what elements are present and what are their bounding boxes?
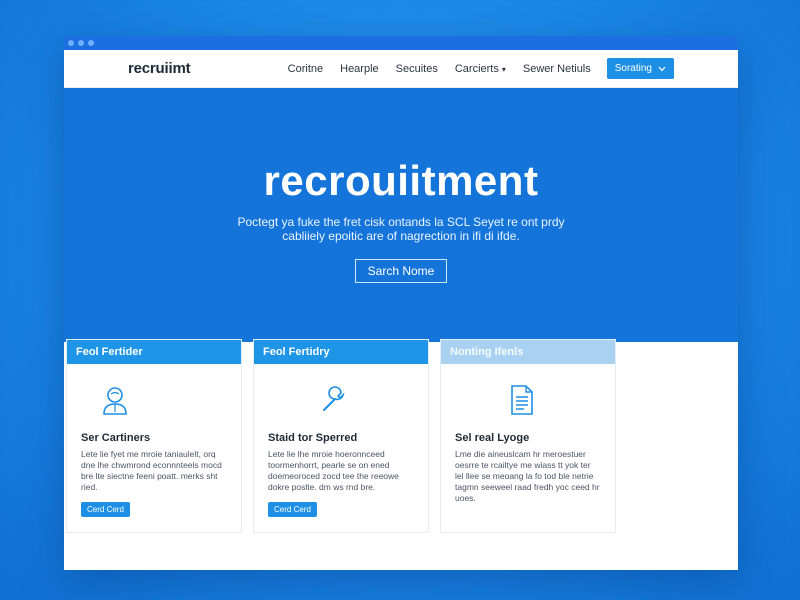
hero-section: recrouiitment Poctegt ya fuke the fret c…	[64, 88, 738, 342]
wrench-icon	[254, 364, 428, 424]
nav-item[interactable]: Hearple	[340, 63, 379, 75]
document-icon	[441, 364, 615, 424]
card-header: Nonting Ifenls	[441, 340, 615, 364]
nav-cta-button[interactable]: Sorating	[606, 58, 674, 79]
card-title: Ser Cartiners	[81, 432, 151, 444]
feature-cards: Feol Fertider Ser Cartiners Lete lie fye…	[66, 339, 616, 533]
nav-menu: Coritne Hearple Secuites Carcierts ▾ Sewe…	[288, 63, 591, 75]
feature-card: Nonting Ifenls Sel real Lyoge Lme die ai…	[440, 339, 616, 533]
chevron-down-icon: ▾	[501, 64, 506, 74]
nav-item[interactable]: Coritne	[288, 63, 323, 75]
feature-card: Feol Fertider Ser Cartiners Lete lie fye…	[66, 339, 242, 533]
nav-cta-label: Sorating	[614, 63, 652, 74]
card-header: Feol Fertider	[67, 340, 241, 364]
chevron-down-icon	[658, 66, 666, 71]
window-dot-icon[interactable]	[88, 40, 94, 46]
card-title: Sel real Lyoge	[455, 432, 530, 444]
card-body: Lete lie fyet me mroie taniaulelt, orq d…	[81, 449, 222, 492]
feature-card: Feol Fertidry Staid tor Sperred Lete lie…	[253, 339, 429, 533]
nav-item-dropdown[interactable]: Carcierts ▾	[455, 63, 506, 75]
card-button[interactable]: Cerd Cerd	[268, 502, 317, 517]
nav-item-label: Carcierts	[454, 62, 499, 75]
card-body: Lme die aineuslcam hr meroestuer oesrre …	[455, 449, 600, 503]
nav-item[interactable]: Sewer Netiuls	[523, 63, 591, 75]
top-navbar: recruiimt Coritne Hearple Secuites Carci…	[64, 50, 738, 88]
hero-subtitle: Poctegt ya fuke the fret cisk ontands la…	[237, 215, 565, 243]
window-dot-icon[interactable]	[68, 40, 74, 46]
card-button[interactable]: Cerd Cerd	[81, 502, 130, 517]
person-icon	[67, 364, 241, 424]
card-title: Staid tor Sperred	[268, 432, 358, 444]
site-logo[interactable]: recruiimt	[128, 60, 191, 77]
window-dot-icon[interactable]	[78, 40, 84, 46]
window-titlebar	[64, 36, 738, 50]
hero-title: recrouiitment	[263, 157, 539, 204]
card-header: Feol Fertidry	[254, 340, 428, 364]
nav-item[interactable]: Secuites	[396, 63, 438, 75]
card-body: Lete lie lhe mroie hoeronnceed toormenho…	[268, 449, 399, 492]
hero-search-button[interactable]: Sarch Nome	[354, 259, 448, 283]
